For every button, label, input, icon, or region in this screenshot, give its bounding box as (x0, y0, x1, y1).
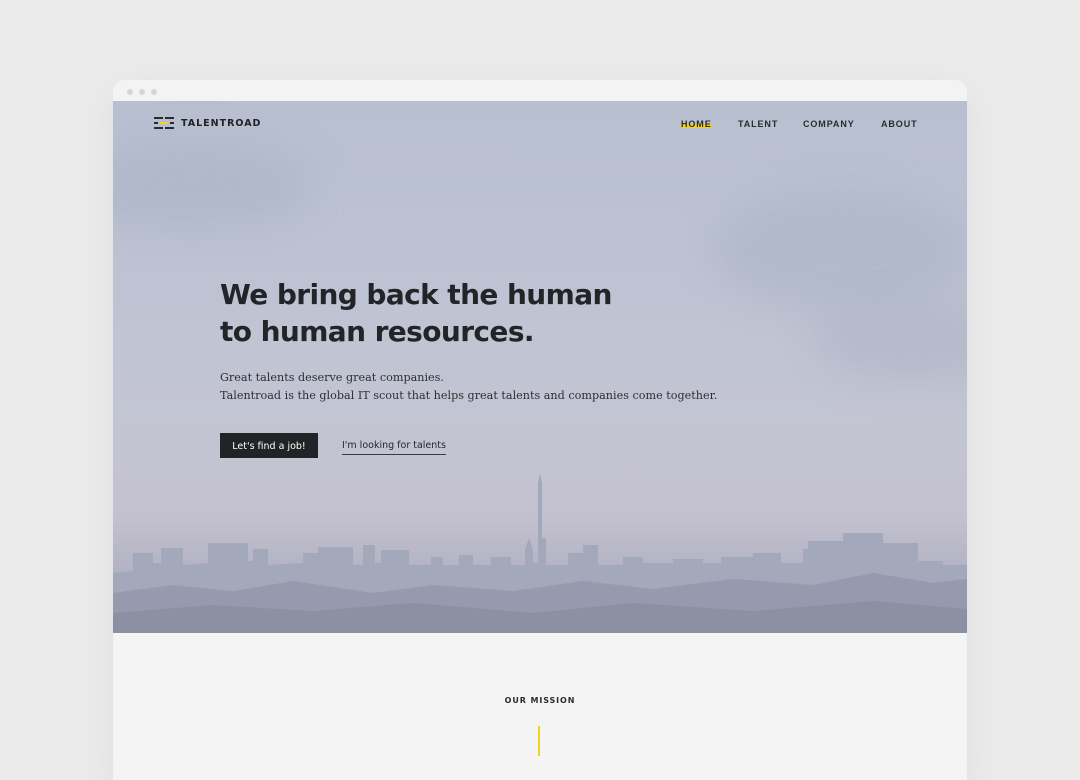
hero-subtext-line-1: Great talents deserve great companies. (220, 371, 444, 384)
hero-subtext: Great talents deserve great companies. T… (220, 369, 717, 405)
sky-cloud (713, 191, 967, 311)
browser-window: TALENTROAD HOME TALENT COMPANY ABOUT We … (113, 80, 967, 780)
hero-section: TALENTROAD HOME TALENT COMPANY ABOUT We … (113, 101, 967, 633)
window-dot-icon[interactable] (127, 89, 133, 95)
nav-item-company[interactable]: COMPANY (803, 119, 855, 129)
window-dot-icon[interactable] (139, 89, 145, 95)
nav-item-talent[interactable]: TALENT (738, 119, 778, 129)
hero-headline-line-1: We bring back the human (220, 278, 612, 311)
mission-section-label: OUR MISSION (504, 696, 576, 705)
main-nav: HOME TALENT COMPANY ABOUT (113, 119, 967, 133)
hero-subtext-line-2: Talentroad is the global IT scout that h… (220, 389, 718, 402)
window-dot-icon[interactable] (151, 89, 157, 95)
sky-cloud (113, 141, 313, 231)
hero-headline: We bring back the human to human resourc… (220, 276, 700, 350)
browser-title-bar (113, 80, 967, 101)
nav-item-home[interactable]: HOME (681, 119, 712, 129)
nav-item-about[interactable]: ABOUT (881, 119, 918, 129)
looking-for-talents-link[interactable]: I'm looking for talents (342, 439, 446, 455)
city-skyline-image (113, 473, 967, 633)
hero-headline-line-2: to human resources. (220, 315, 535, 348)
mission-accent-line (538, 726, 540, 756)
find-job-button[interactable]: Let's find a job! (220, 433, 318, 458)
sky-cloud (813, 301, 967, 381)
